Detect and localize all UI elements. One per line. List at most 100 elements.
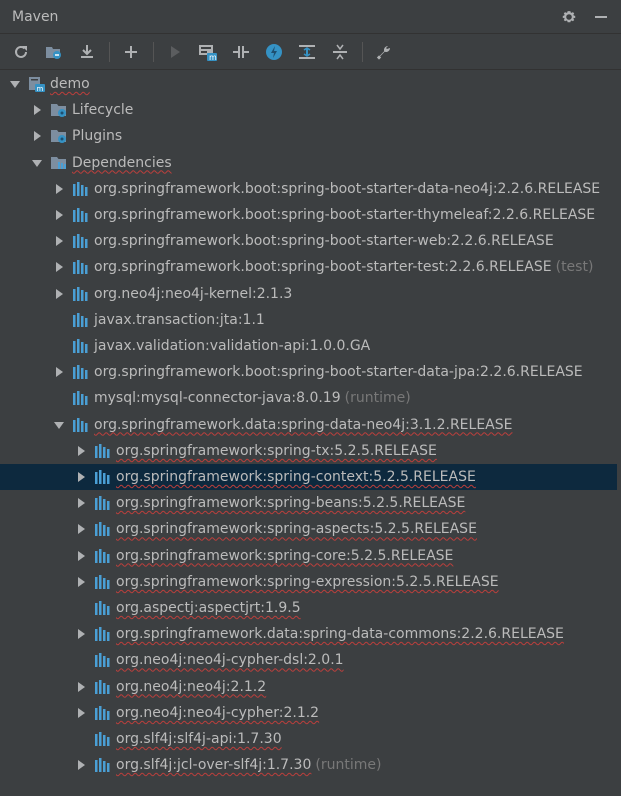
minimize-icon[interactable]	[591, 7, 611, 27]
library-icon	[72, 389, 90, 407]
tree-row[interactable]: org.neo4j:neo4j-cypher-dsl:2.0.1	[0, 647, 621, 673]
chevron-right-icon[interactable]	[74, 464, 88, 490]
chevron-right-icon[interactable]	[74, 700, 88, 726]
tree-row-label: org.springframework:spring-context:5.2.5…	[116, 469, 476, 485]
tree-row[interactable]: org.springframework.data:spring-data-neo…	[0, 412, 621, 438]
generate-sources-icon[interactable]	[41, 39, 67, 65]
chevron-right-icon[interactable]	[52, 202, 66, 228]
tree-row-label: org.slf4j:jcl-over-slf4j:1.7.30	[116, 757, 312, 774]
chevron-right-icon[interactable]	[74, 621, 88, 647]
scope-suffix: (runtime)	[344, 390, 411, 407]
tree-row-label: Dependencies	[72, 154, 172, 171]
tree-row[interactable]: org.springframework.boot:spring-boot-sta…	[0, 202, 621, 228]
chevron-down-icon[interactable]	[8, 71, 22, 97]
scope-suffix: (runtime)	[315, 757, 382, 774]
tree-row-label: org.neo4j:neo4j-cypher:2.1.2	[116, 704, 320, 721]
chevron-right-icon[interactable]	[74, 490, 88, 516]
tree-row-label: org.springframework.data:spring-data-neo…	[94, 416, 513, 433]
vertical-scrollbar[interactable]	[617, 71, 621, 796]
download-sources-icon[interactable]	[74, 39, 100, 65]
settings-wrench-icon[interactable]	[371, 39, 397, 65]
library-icon	[72, 311, 90, 329]
library-icon	[72, 416, 90, 434]
library-icon	[72, 337, 90, 355]
scope-suffix: (test)	[555, 259, 594, 276]
chevron-right-icon[interactable]	[74, 516, 88, 542]
skip-tests-icon[interactable]	[261, 39, 287, 65]
chevron-right-icon[interactable]	[74, 438, 88, 464]
chevron-down-icon[interactable]	[52, 412, 66, 438]
tree-row[interactable]: Lifecycle	[0, 97, 621, 123]
tree-row-label: org.springframework.boot:spring-boot-sta…	[94, 233, 554, 250]
tree-row[interactable]: mysql:mysql-connector-java:8.0.19 (runtim…	[0, 385, 621, 411]
tree-row[interactable]: org.springframework:spring-beans:5.2.5.R…	[0, 490, 621, 516]
library-icon	[94, 442, 112, 460]
tree-row[interactable]: javax.transaction:jta:1.1	[0, 307, 621, 333]
chevron-right-icon[interactable]	[30, 97, 44, 123]
tree-row-label: javax.transaction:jta:1.1	[94, 311, 265, 328]
tree-row[interactable]: org.springframework.boot:spring-boot-sta…	[0, 254, 621, 280]
tree-row[interactable]: org.springframework.boot:spring-boot-sta…	[0, 176, 621, 202]
chevron-right-icon[interactable]	[52, 254, 66, 280]
chevron-right-icon[interactable]	[30, 123, 44, 149]
dependencies-folder-icon	[50, 154, 68, 172]
tree-row[interactable]: Plugins	[0, 123, 621, 149]
tree-row[interactable]: Dependencies	[0, 150, 621, 176]
tree-row[interactable]: org.springframework:spring-aspects:5.2.5…	[0, 516, 621, 542]
tree-row[interactable]: org.springframework.boot:spring-boot-sta…	[0, 359, 621, 385]
tree-row[interactable]: org.slf4j:jcl-over-slf4j:1.7.30 (runtime)	[0, 752, 621, 778]
tree-row[interactable]: org.neo4j:neo4j:2.1.2	[0, 674, 621, 700]
tree-row-label: org.springframework.boot:spring-boot-sta…	[94, 180, 601, 197]
library-icon	[94, 520, 112, 538]
tree-row[interactable]: org.neo4j:neo4j-cypher:2.1.2	[0, 700, 621, 726]
tree-row[interactable]: org.springframework:spring-context:5.2.5…	[0, 464, 621, 490]
tree-row-label: org.springframework:spring-beans:5.2.5.R…	[116, 495, 466, 512]
tree-row[interactable]: org.neo4j:neo4j-kernel:2.1.3	[0, 281, 621, 307]
library-icon	[72, 232, 90, 250]
run-icon[interactable]	[162, 39, 188, 65]
tree-row-label: demo	[50, 76, 90, 92]
library-icon	[94, 468, 112, 486]
chevron-right-icon[interactable]	[52, 281, 66, 307]
library-icon	[94, 599, 112, 617]
tree-row[interactable]: org.springframework.data:spring-data-com…	[0, 621, 621, 647]
chevron-right-icon[interactable]	[52, 228, 66, 254]
tree-row[interactable]: m demo	[0, 71, 621, 97]
chevron-right-icon[interactable]	[74, 543, 88, 569]
library-icon	[72, 285, 90, 303]
tree-row-label: org.springframework:spring-core:5.2.5.RE…	[116, 547, 454, 564]
collapse-all-icon[interactable]	[327, 39, 353, 65]
toolbar-separator	[153, 41, 154, 62]
chevron-down-icon[interactable]	[30, 150, 44, 176]
chevron-right-icon[interactable]	[52, 359, 66, 385]
gear-icon[interactable]	[559, 7, 579, 27]
tree-row[interactable]: javax.validation:validation-api:1.0.0.GA	[0, 333, 621, 359]
chevron-right-icon[interactable]	[74, 569, 88, 595]
library-icon	[94, 625, 112, 643]
tree-row-label: org.slf4j:slf4j-api:1.7.30	[116, 731, 282, 747]
chevron-right-icon[interactable]	[74, 674, 88, 700]
maven-project-icon: m	[28, 75, 46, 93]
tree-row[interactable]: org.aspectj:aspectjrt:1.9.5	[0, 595, 621, 621]
execute-goal-icon[interactable]: m	[195, 39, 221, 65]
maven-toolbar: m	[0, 34, 621, 70]
tree-row[interactable]: org.slf4j:slf4j-api:1.7.30	[0, 726, 621, 752]
tree-row-label: org.neo4j:neo4j:2.1.2	[116, 678, 267, 695]
toggle-offline-icon[interactable]	[228, 39, 254, 65]
library-icon	[94, 651, 112, 669]
tree-row[interactable]: org.springframework:spring-expression:5.…	[0, 569, 621, 595]
tree-row-label: org.springframework:spring-expression:5.…	[116, 573, 499, 590]
tree-row-label: org.neo4j:neo4j-kernel:2.1.3	[94, 285, 293, 302]
tree-row[interactable]: org.springframework.boot:spring-boot-sta…	[0, 228, 621, 254]
reload-all-icon[interactable]	[8, 39, 34, 65]
library-icon	[94, 573, 112, 591]
tree-row-label: org.springframework.data:spring-data-com…	[116, 626, 564, 643]
tree-row[interactable]: org.springframework:spring-core:5.2.5.RE…	[0, 543, 621, 569]
chevron-right-icon[interactable]	[74, 752, 88, 778]
tree-row[interactable]: org.springframework:spring-tx:5.2.5.RELE…	[0, 438, 621, 464]
add-project-icon[interactable]	[118, 39, 144, 65]
chevron-right-icon[interactable]	[52, 176, 66, 202]
folder-gear-icon	[50, 127, 68, 145]
show-dependencies-icon[interactable]	[294, 39, 320, 65]
tree-row-label: org.springframework:spring-tx:5.2.5.RELE…	[116, 442, 437, 459]
